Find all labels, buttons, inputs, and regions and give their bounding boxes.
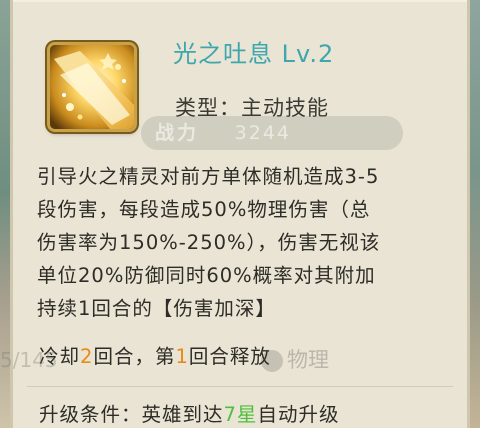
star-requirement: 7星 [223, 403, 258, 426]
cooldown-info: 冷却2回合，第1回合释放 [39, 340, 271, 369]
skill-description: 引导火之精灵对前方单体随机造成3-5 段伤害，每段造成50%物理伤害（总 伤害率… [37, 160, 457, 325]
description-line: 持续1回合的【伤害加深】 [37, 297, 276, 320]
cooldown-suffix: 回合释放 [188, 345, 271, 368]
power-label: 战力 [155, 122, 200, 144]
upgrade-prefix: 升级条件：英雄到达 [39, 403, 224, 426]
power-value: 3244 [234, 122, 291, 144]
background-power-badge: 战力 3244 [141, 116, 403, 150]
upgrade-condition: 升级条件：英雄到达7星自动升级 [39, 398, 339, 427]
cooldown-middle: 回合，第 [93, 345, 176, 368]
description-line: 引导火之精灵对前方单体随机造成3-5 [37, 165, 380, 188]
cooldown-value: 2 [80, 345, 94, 368]
description-line: 单位20%防御同时60%概率对其附加 [37, 264, 376, 287]
description-line: 段伤害，每段造成50%物理伤害（总 [37, 198, 371, 221]
skill-title: 光之吐息 Lv.2 [173, 40, 335, 68]
upgrade-suffix: 自动升级 [257, 403, 340, 426]
background-attack-type: 物理 [287, 348, 329, 372]
description-line: 伤害率为150%-250%），伤害无视该 [37, 231, 381, 254]
light-breath-skill-icon [47, 42, 137, 132]
skill-tooltip: 光之吐息 Lv.2 类型：主动技能 战力 3244 引导火之精灵对前方单体随机造… [10, 0, 470, 428]
background-level-counter: 5/145 [0, 348, 58, 372]
release-turn: 1 [175, 345, 189, 368]
section-divider [27, 386, 453, 387]
